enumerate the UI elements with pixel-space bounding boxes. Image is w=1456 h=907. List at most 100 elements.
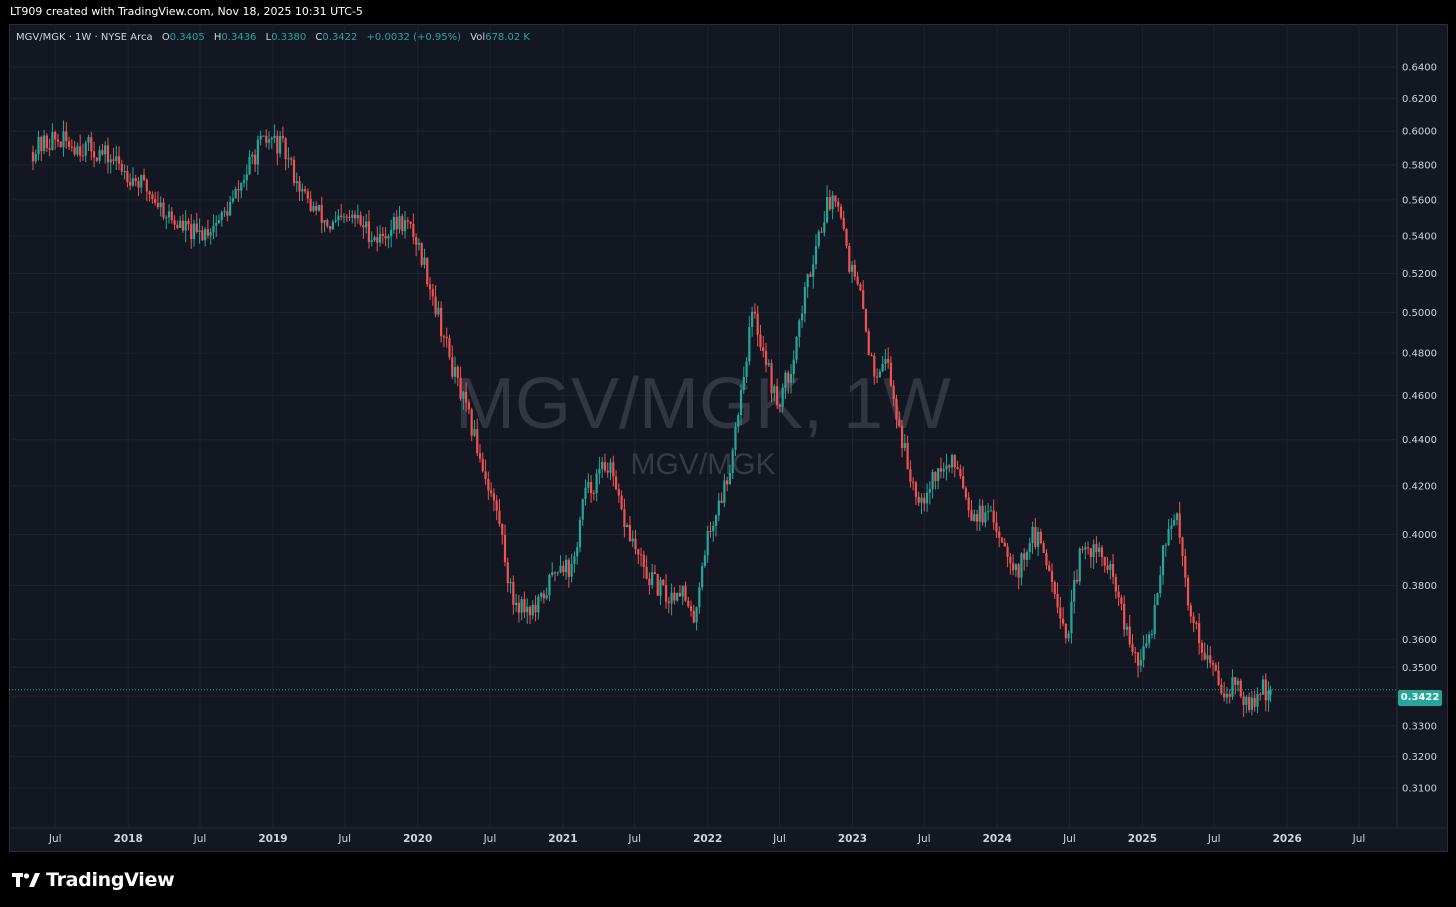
candle-body <box>365 221 368 228</box>
candle-body <box>48 148 51 150</box>
candle-body <box>845 228 848 246</box>
legend-close: 0.3422 <box>322 32 358 43</box>
candle-body <box>1000 537 1004 543</box>
candle-body <box>639 554 643 556</box>
candle-body <box>531 604 534 616</box>
candle-body <box>678 592 682 597</box>
candle-body <box>1003 542 1006 547</box>
top-caption-bar: LT909 created with TradingView.com, Nov … <box>0 0 1456 24</box>
candle-body <box>592 493 595 495</box>
candle-body <box>123 171 126 173</box>
candle-body <box>209 232 212 236</box>
candlestick-chart[interactable]: MGV/MGK, 1W MGV/MGK 0.31000.32000.33000.… <box>9 24 1448 852</box>
tradingview-logo-text: TradingView <box>46 869 175 891</box>
time-tick-label: Jul <box>772 833 786 845</box>
candle-body <box>1067 633 1070 639</box>
candle-body <box>462 391 465 399</box>
candle-body <box>584 487 587 500</box>
legend-open: 0.3405 <box>169 32 205 43</box>
candle-body <box>95 157 98 161</box>
candle-body <box>570 563 573 577</box>
candle-body <box>201 230 204 241</box>
price-axis[interactable]: 0.31000.32000.33000.34000.35000.36000.38… <box>1402 63 1437 795</box>
candle-body <box>806 274 809 288</box>
candle-body <box>229 201 232 216</box>
candle-body <box>745 361 748 378</box>
candle-body <box>106 145 110 163</box>
candle-body <box>1211 663 1215 665</box>
candle-body <box>875 376 879 378</box>
candle-body <box>1064 623 1067 639</box>
candle-body <box>1014 564 1017 571</box>
candle-body <box>101 150 104 155</box>
candle-body <box>803 287 806 314</box>
candle-body <box>256 139 259 165</box>
candle-body <box>384 235 387 239</box>
candle-body <box>723 480 726 503</box>
candle-body <box>656 573 659 596</box>
candle-body <box>612 462 615 477</box>
candle-body <box>576 547 579 557</box>
price-tick-label: 0.4600 <box>1402 391 1437 402</box>
price-tick-label: 0.3300 <box>1402 721 1437 732</box>
candle-body <box>40 136 43 152</box>
candle-body <box>1145 643 1148 647</box>
candle-body <box>1250 697 1254 710</box>
candle-body <box>503 534 507 563</box>
candle-body-last <box>1269 689 1272 695</box>
candle-body <box>1186 577 1190 606</box>
candle-body <box>223 211 226 213</box>
candle-body <box>484 471 487 480</box>
candle-body <box>812 264 815 277</box>
candle-body <box>692 610 695 623</box>
candle-body <box>287 158 290 160</box>
time-tick-label: 2022 <box>693 833 722 845</box>
time-tick-label: Jul <box>337 833 351 845</box>
candle-body <box>415 237 418 245</box>
candle-body <box>370 240 373 242</box>
candle-body <box>1106 565 1109 570</box>
candle-body <box>934 471 937 481</box>
bottom-bar <box>0 852 1456 907</box>
candle-body <box>737 414 740 427</box>
candle-body <box>598 468 601 474</box>
candle-body <box>317 205 321 211</box>
candle-body <box>1153 605 1156 634</box>
last-price-tag: 0.3422 <box>1398 690 1442 706</box>
candle-body <box>465 391 468 403</box>
candle-body <box>204 229 207 241</box>
price-tick-label: 0.3600 <box>1402 635 1437 646</box>
candle-body <box>262 135 265 137</box>
candle-body <box>528 606 532 616</box>
candle-body <box>1209 655 1212 664</box>
candle-body <box>676 592 679 601</box>
price-tick-label: 0.6200 <box>1402 94 1437 105</box>
candle-body <box>975 514 979 522</box>
candle-body <box>1050 571 1054 583</box>
candle-body <box>54 132 57 140</box>
candle-body <box>73 147 76 155</box>
candle-body <box>403 220 407 232</box>
candle-body <box>825 197 829 223</box>
candle-body <box>1156 593 1159 606</box>
candle-body <box>351 214 354 218</box>
candle-body <box>431 289 434 297</box>
candle-body <box>337 215 340 221</box>
candle-body <box>642 554 645 567</box>
time-tick-label: Jul <box>1352 833 1366 845</box>
candle-body <box>126 171 129 182</box>
candle-body <box>1025 551 1029 560</box>
candle-body <box>148 191 151 195</box>
candle-body <box>187 220 190 225</box>
tradingview-logo[interactable]: TradingView <box>12 869 175 891</box>
candle-body <box>956 467 959 469</box>
candle-body <box>381 233 384 236</box>
candle-body <box>1089 548 1092 558</box>
legend-change: +0.0032 (+0.95%) <box>366 32 462 43</box>
candle-body <box>515 602 518 605</box>
candle-body <box>376 237 379 243</box>
candle-body <box>903 442 906 449</box>
candle-body <box>1203 652 1206 660</box>
time-axis[interactable]: Jul 2018 Jul 2019 Jul 2020 Jul 2021 Jul 2022 Jul 20… <box>48 833 1365 845</box>
candle-body <box>1228 693 1231 697</box>
